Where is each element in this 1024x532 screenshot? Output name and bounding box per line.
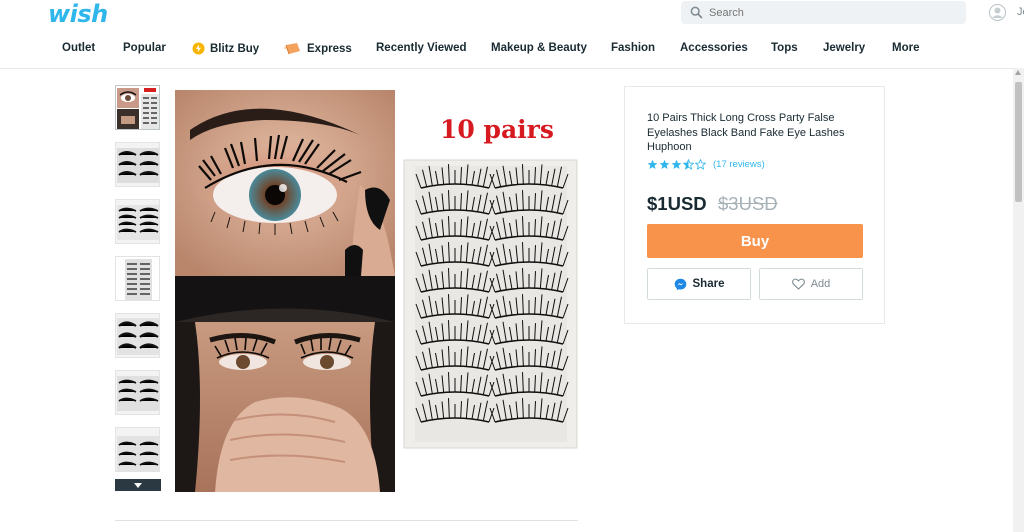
nav-makeup-beauty[interactable]: Makeup & Beauty	[491, 42, 587, 54]
wish-logo[interactable]: wish	[48, 0, 108, 28]
scrollbar-thumb[interactable]	[1015, 82, 1022, 202]
nav-label: Makeup & Beauty	[491, 42, 587, 54]
nav-recently-viewed[interactable]: Recently Viewed	[376, 42, 467, 54]
nav-label: Recently Viewed	[376, 42, 467, 54]
thumbnail-scroll-down-button[interactable]	[115, 479, 161, 491]
share-button-label: Share	[692, 278, 725, 290]
thumbnail-7[interactable]	[115, 427, 160, 472]
nav-express[interactable]: Express	[284, 42, 352, 55]
avatar-icon	[989, 4, 1006, 21]
main-product-image[interactable]: 10 pairs	[175, 90, 578, 492]
share-button[interactable]: Share	[647, 268, 751, 300]
nav-label: Popular	[123, 42, 166, 54]
blitz-buy-icon	[192, 42, 205, 55]
star-filled-icon	[659, 159, 670, 169]
review-count-link[interactable]: (17 reviews)	[713, 159, 765, 170]
heart-icon	[791, 278, 805, 290]
star-half-icon	[683, 159, 694, 170]
nav-accessories[interactable]: Accessories	[680, 42, 748, 54]
nav-label: Tops	[771, 42, 798, 54]
nav-label: Blitz Buy	[210, 42, 260, 55]
current-price: $1USD	[647, 193, 707, 214]
buy-button[interactable]: Buy	[647, 224, 863, 258]
buy-button-label: Buy	[740, 232, 770, 250]
main-image-art: 10 pairs	[175, 90, 578, 492]
nav-popular[interactable]: Popular	[123, 42, 166, 54]
nav-label: Express	[307, 42, 352, 55]
thumbnail-image	[116, 257, 159, 300]
thumbnail-image	[116, 314, 159, 357]
search-input[interactable]	[709, 1, 959, 24]
star-filled-icon	[671, 159, 682, 169]
thumbnail-5[interactable]	[115, 313, 160, 358]
nav-label: Fashion	[611, 42, 656, 54]
thumbnail-4[interactable]	[115, 256, 160, 301]
nav-fashion[interactable]: Fashion	[611, 42, 655, 54]
thumbnail-3[interactable]	[115, 199, 160, 244]
nav-more[interactable]: More	[892, 42, 919, 54]
image-caption: 10 pairs	[440, 115, 554, 144]
product-title: 10 Pairs Thick Long Cross Party False Ey…	[647, 112, 845, 153]
thumbnail-2[interactable]	[115, 142, 160, 187]
search-icon	[690, 6, 703, 19]
chevron-down-icon	[134, 483, 142, 488]
nav-tops[interactable]: Tops	[771, 42, 798, 54]
nav-label: Outlet	[62, 42, 96, 54]
page-scrollbar[interactable]	[1013, 68, 1024, 532]
messenger-icon	[674, 278, 686, 290]
header: wish Je Outlet Popular Blitz Buy	[0, 0, 1024, 69]
thumbnail-image	[116, 428, 159, 471]
star-filled-icon	[647, 159, 658, 169]
star-empty-icon	[695, 159, 706, 170]
nav-label: Jewelry	[823, 42, 866, 54]
thumbnail-1[interactable]	[115, 85, 160, 130]
express-icon	[284, 43, 300, 55]
original-price: $3USD	[718, 193, 778, 214]
thumbnail-image	[116, 200, 159, 243]
search-bar[interactable]	[681, 1, 966, 24]
nav-outlet[interactable]: Outlet	[62, 42, 95, 54]
thumbnail-6[interactable]	[115, 370, 160, 415]
nav-blitz-buy[interactable]: Blitz Buy	[192, 42, 259, 55]
add-button-label: Add	[810, 278, 831, 290]
user-name[interactable]: Je	[1017, 6, 1024, 18]
nav-jewelry[interactable]: Jewelry	[823, 42, 865, 54]
nav-label: Accessories	[680, 42, 748, 54]
thumbnail-image	[116, 143, 159, 186]
thumbnail-image	[116, 371, 159, 414]
rating[interactable]: (17 reviews)	[647, 159, 765, 170]
add-to-wishlist-button[interactable]: Add	[759, 268, 863, 300]
section-divider	[115, 520, 578, 521]
product-info-card: 10 Pairs Thick Long Cross Party False Ey…	[624, 86, 885, 324]
nav-label: More	[892, 42, 920, 54]
thumbnail-image	[116, 86, 159, 129]
scroll-up-arrow[interactable]	[1015, 70, 1021, 75]
